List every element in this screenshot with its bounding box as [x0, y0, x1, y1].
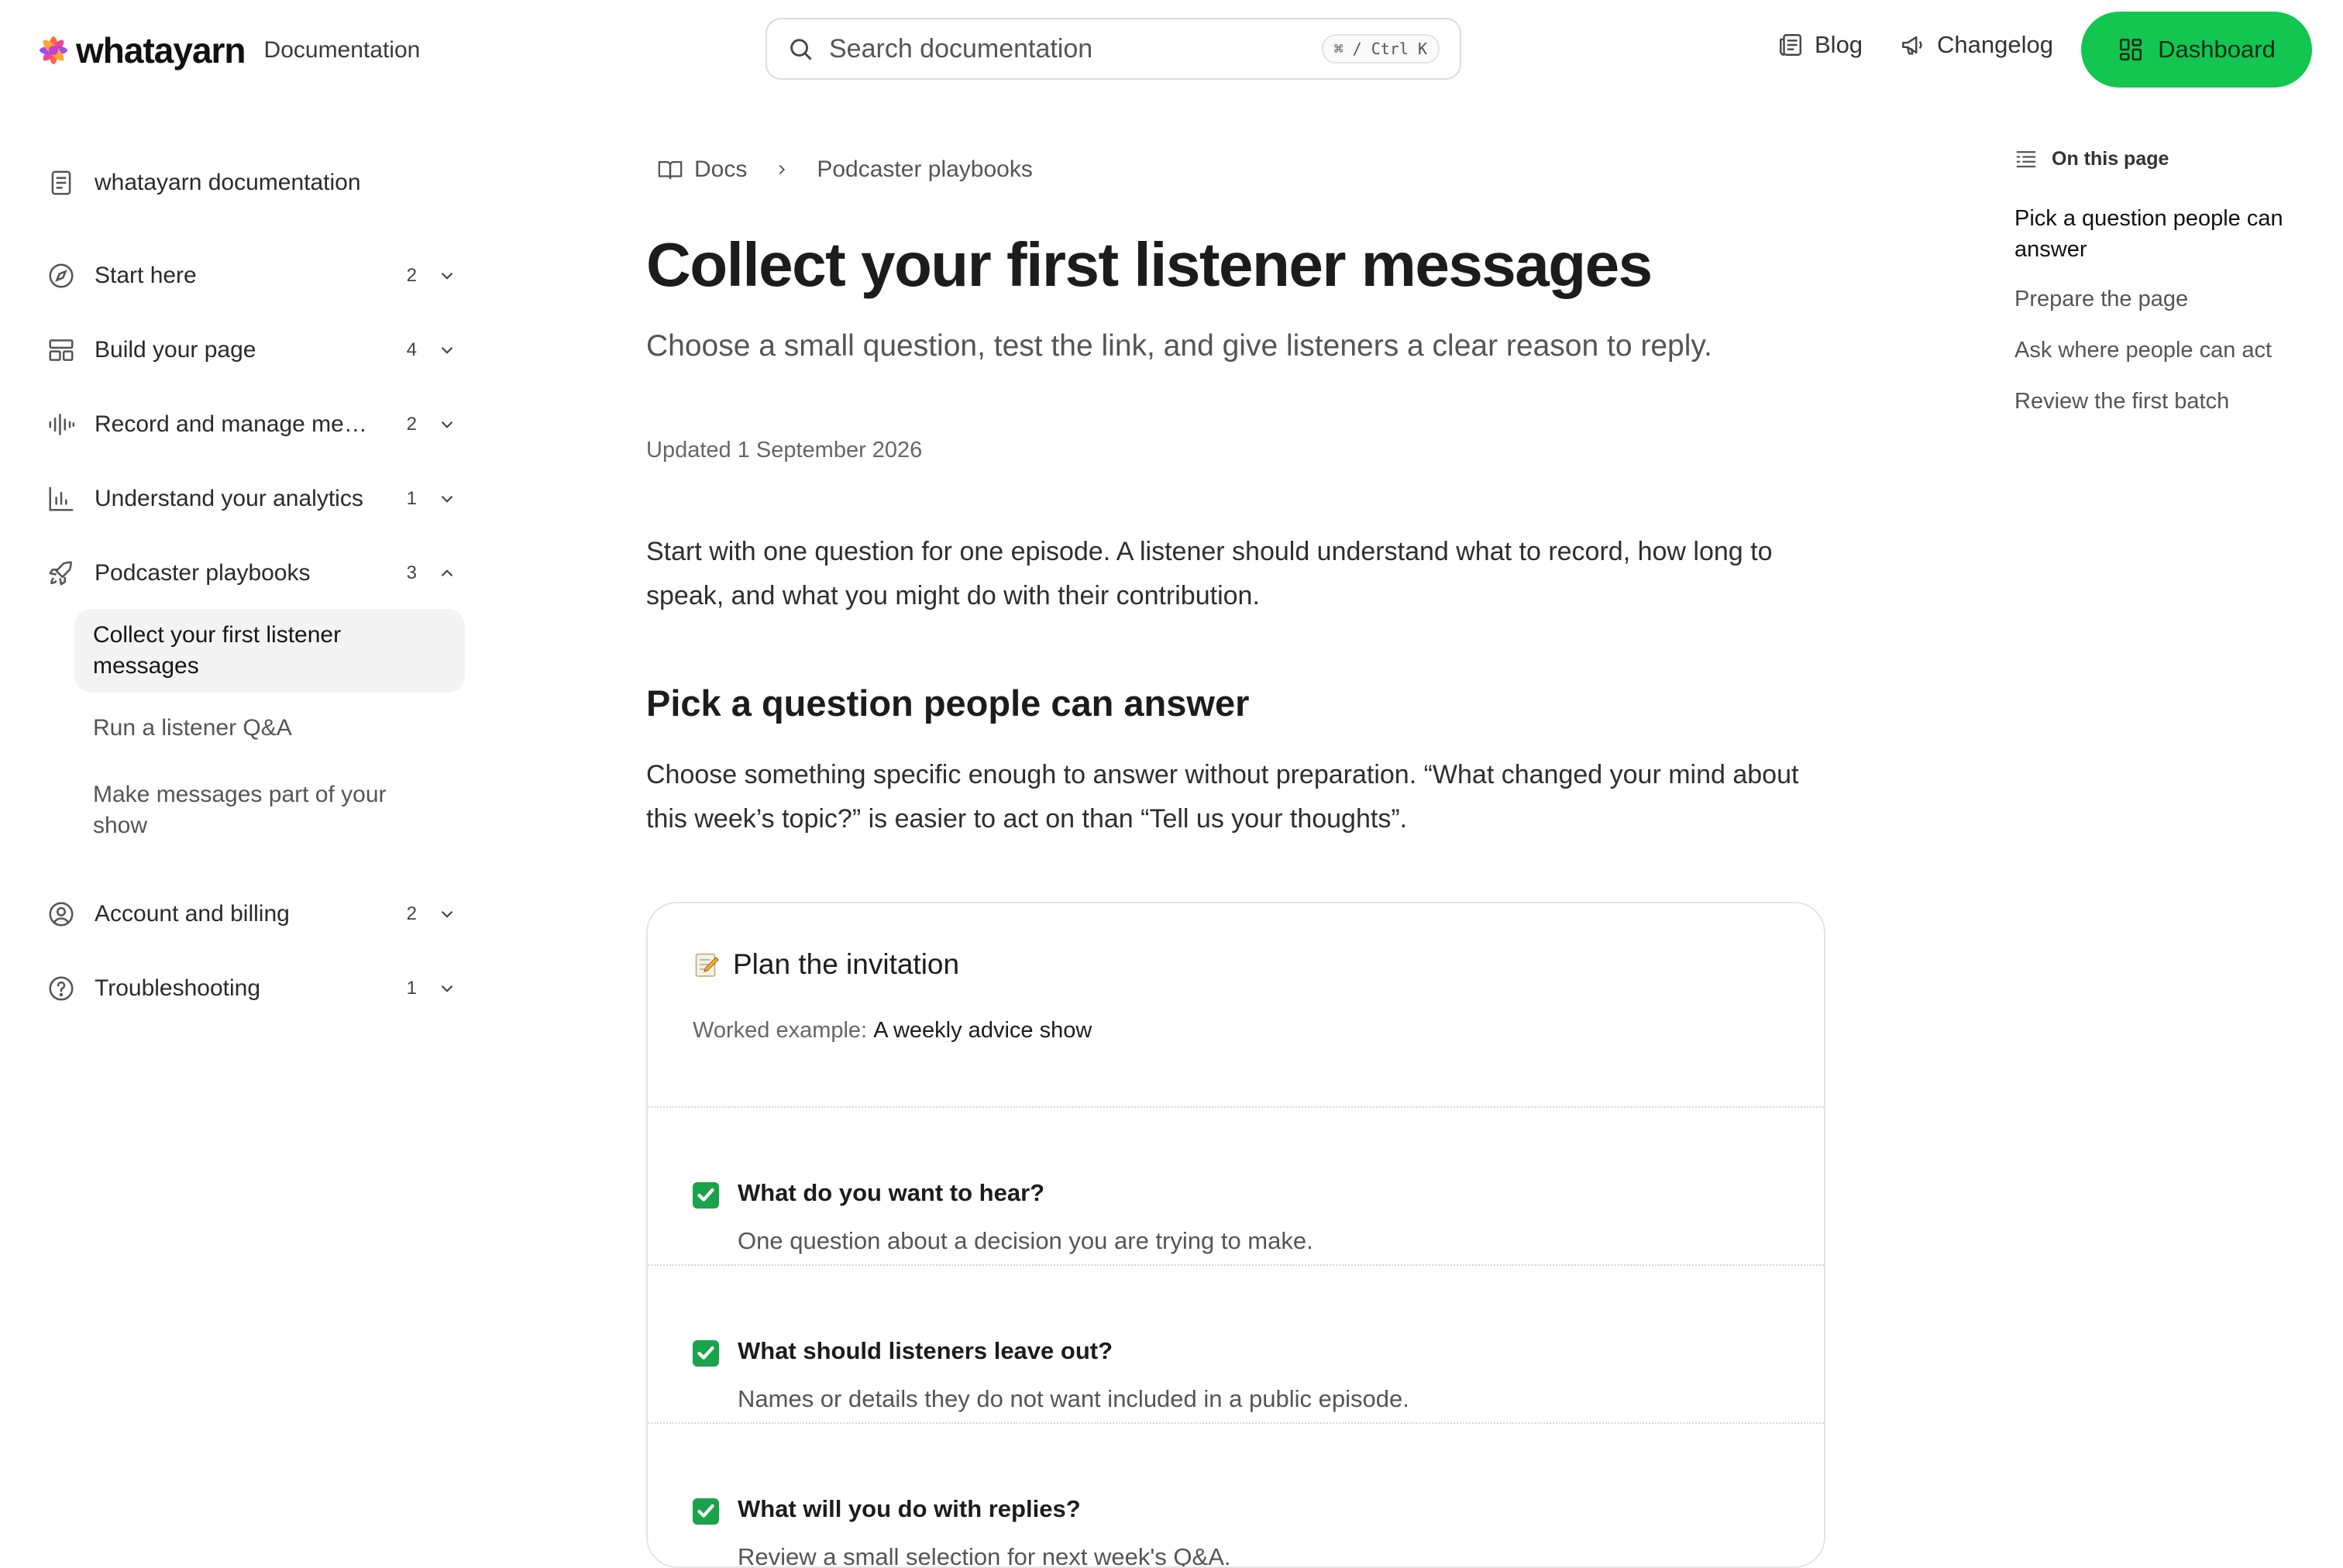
page-subtitle: Choose a small question, test the link, … — [646, 329, 1712, 363]
dashboard-button-label: Dashboard — [2158, 36, 2276, 63]
list-indent-icon — [2016, 151, 2036, 168]
sidebar-subitem-collect-messages[interactable]: Collect your first listener messages — [74, 609, 465, 693]
sidebar-item-count: 4 — [406, 339, 417, 360]
sidebar-item-troubleshooting[interactable]: Troubleshooting 1 — [46, 965, 457, 1012]
sidebar-item-label: Build your page — [95, 337, 256, 363]
toc-link-review-batch[interactable]: Review the first batch — [2014, 386, 2324, 417]
memo-icon — [695, 953, 719, 977]
section-heading: Pick a question people can answer — [646, 683, 1250, 724]
sidebar-item-count: 1 — [406, 978, 417, 999]
sidebar-item-label: Account and billing — [95, 901, 290, 927]
sidebar-subitem-listener-qa[interactable]: Run a listener Q&A — [74, 702, 465, 755]
chevron-down-icon — [441, 421, 453, 428]
breadcrumb-docs-link[interactable]: Docs — [694, 156, 747, 183]
brand-logo[interactable]: whatayarn Documentation — [36, 29, 420, 71]
newspaper-icon — [1780, 34, 1801, 56]
sidebar-home-label: whatayarn documentation — [95, 170, 361, 195]
chevron-down-icon — [441, 985, 453, 992]
card-divider — [648, 1106, 1824, 1108]
sidebar-subitem-messages-show[interactable]: Make messages part of your show — [74, 769, 465, 852]
waveform-icon — [49, 414, 75, 435]
chevron-down-icon — [441, 272, 453, 280]
sidebar-item-analytics[interactable]: Understand your analytics 1 — [46, 476, 457, 522]
help-circle-icon — [49, 976, 74, 1001]
sidebar-item-playbooks[interactable]: Podcaster playbooks 3 — [46, 550, 457, 597]
sidebar-item-count: 2 — [406, 903, 417, 924]
checklist-answer: Names or details they do not want includ… — [738, 1385, 1409, 1412]
toc-link-prepare-page[interactable]: Prepare the page — [2014, 284, 2324, 315]
search-placeholder: Search documentation — [829, 33, 1093, 64]
intro-paragraph: Start with one question for one episode.… — [646, 537, 1773, 610]
sidebar-item-build-page[interactable]: Build your page 4 — [46, 327, 457, 373]
sidebar-item-count: 2 — [406, 265, 417, 286]
check-icon — [693, 1182, 719, 1209]
dashboard-button[interactable]: Dashboard — [2081, 12, 2312, 88]
checklist-question: What do you want to hear? — [738, 1179, 1045, 1206]
book-open-icon — [658, 160, 683, 180]
flower-logo-icon — [40, 36, 67, 64]
brand-name: whatayarn — [76, 30, 246, 70]
sidebar-item-count: 1 — [406, 488, 417, 509]
blog-link-label: Blog — [1815, 31, 1863, 58]
grid-icon — [2120, 38, 2142, 61]
breadcrumb-current-link[interactable]: Podcaster playbooks — [817, 156, 1033, 183]
layout-icon — [49, 339, 74, 361]
checklist-answer: One question about a decision you are tr… — [738, 1227, 1313, 1254]
card-header: Plan the invitation — [693, 948, 959, 981]
check-icon — [693, 1498, 719, 1525]
checklist-question: What will you do with replies? — [738, 1495, 1081, 1522]
sidebar-home-link[interactable]: whatayarn documentation — [46, 160, 457, 206]
changelog-link-label: Changelog — [1937, 31, 2053, 58]
user-circle-icon — [49, 902, 74, 927]
search-icon — [790, 39, 812, 60]
chevron-down-icon — [441, 495, 453, 503]
chevron-down-icon — [441, 910, 453, 918]
sidebar-item-count: 3 — [406, 562, 417, 583]
toc-link-ask-where[interactable]: Ask where people can act — [2014, 335, 2324, 366]
blog-link[interactable]: Blog — [1777, 31, 1863, 59]
sidebar-item-label: Podcaster playbooks — [95, 560, 311, 586]
card-worked-example: Worked example: A weekly advice show — [693, 1018, 1092, 1044]
toc-link-pick-question[interactable]: Pick a question people can answer — [2014, 203, 2324, 265]
card-divider — [648, 1264, 1824, 1266]
sidebar-item-account[interactable]: Account and billing 2 — [46, 891, 457, 937]
plan-invitation-card: Plan the invitation Worked example: A we… — [646, 902, 1825, 1568]
compass-icon — [49, 263, 74, 288]
sidebar-item-label: Start here — [95, 263, 197, 288]
section-name: Documentation — [263, 37, 421, 63]
bar-chart-icon — [49, 487, 74, 511]
page-title: Collect your first listener messages — [646, 230, 1653, 299]
sidebar-item-label: Understand your analytics — [95, 486, 363, 511]
chevron-right-icon — [779, 164, 786, 175]
rocket-icon — [49, 561, 72, 586]
checklist-question: What should listeners leave out? — [738, 1337, 1113, 1364]
changelog-link[interactable]: Changelog — [1900, 31, 2053, 59]
check-icon — [693, 1340, 719, 1367]
breadcrumb: Docs Podcaster playbooks — [657, 156, 1033, 183]
chevron-down-icon — [441, 346, 453, 354]
toc-heading: On this page — [2014, 147, 2169, 170]
section-paragraph: Choose something specific enough to answ… — [646, 760, 1799, 834]
sidebar-item-label: Troubleshooting — [95, 975, 261, 1001]
updated-date: Updated 1 September 2026 — [646, 438, 923, 462]
sidebar-item-count: 2 — [406, 414, 417, 435]
search-input[interactable]: Search documentation ⌘ / Ctrl K — [766, 18, 1461, 80]
sidebar-item-record[interactable]: Record and manage me… 2 — [46, 401, 457, 448]
card-title: Plan the invitation — [733, 948, 960, 980]
megaphone-icon — [1902, 36, 1922, 55]
sidebar-item-label: Record and manage me… — [95, 411, 367, 437]
card-divider — [648, 1422, 1824, 1424]
chevron-up-icon — [441, 569, 453, 577]
document-icon — [51, 170, 71, 195]
search-shortcut-badge: ⌘ / Ctrl K — [1321, 34, 1440, 64]
worked-example-value: A weekly advice show — [873, 1018, 1092, 1043]
worked-example-label: Worked example: — [693, 1018, 868, 1043]
toc-heading-label: On this page — [2052, 147, 2169, 170]
sidebar-item-start-here[interactable]: Start here 2 — [46, 253, 457, 299]
checklist-answer: Review a small selection for next week's… — [738, 1543, 1231, 1568]
top-header: whatayarn Documentation Search documenta… — [0, 0, 2343, 99]
